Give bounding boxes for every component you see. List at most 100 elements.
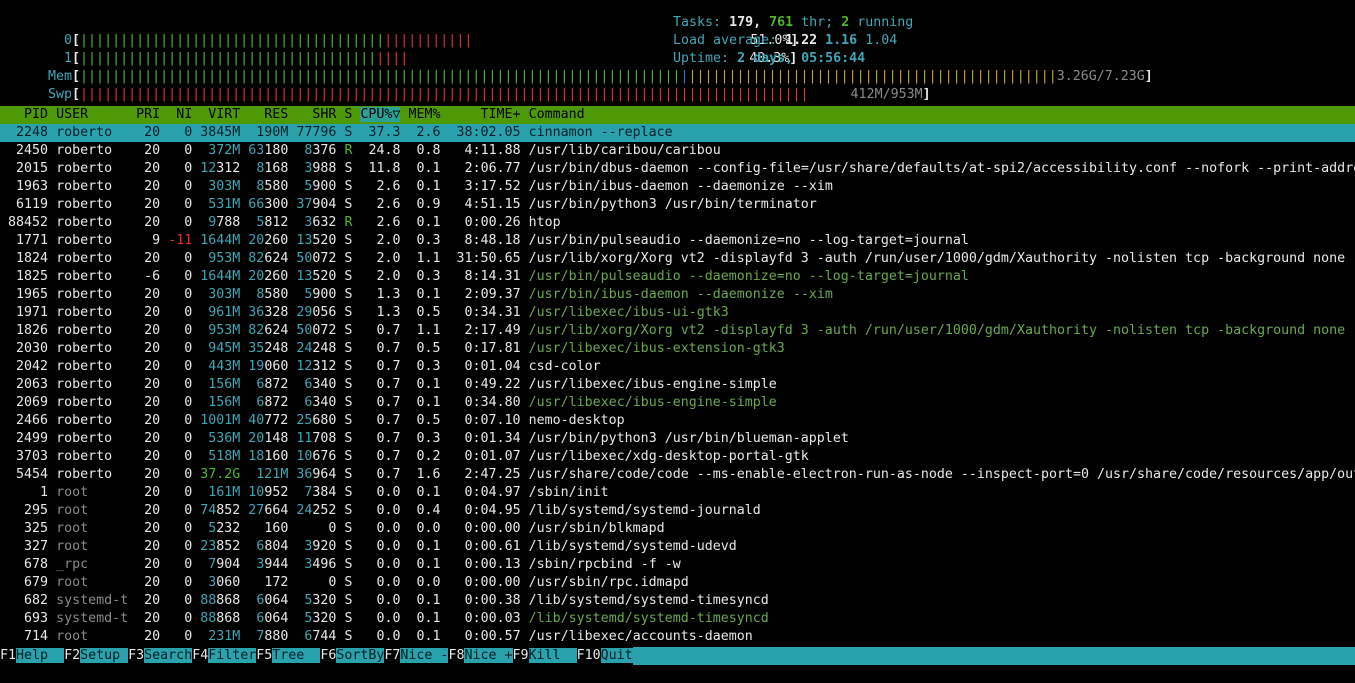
table-row[interactable]: 1826 roberto 20 0 953M 82624 50072 S 0.7… — [0, 322, 1355, 340]
table-row[interactable]: 1965 roberto 20 0 303M 8580 5900 S 1.3 0… — [0, 286, 1355, 304]
process-table[interactable]: 2248 roberto 20 0 3845M 190M 77796 S 37.… — [0, 124, 1355, 646]
footer-searchbutton[interactable]: F3Search — [128, 648, 193, 663]
footer-helpbutton[interactable]: F1Help — [0, 648, 65, 663]
table-row[interactable]: 714 root 20 0 231M 7880 6744 S 0.0 0.1 0… — [0, 628, 1355, 646]
cell-pri: 20 — [136, 593, 161, 608]
cell-cpu: 2.0 — [360, 269, 401, 284]
table-row[interactable]: 693 systemd-t 20 0 88868 6064 5320 S 0.0… — [0, 610, 1355, 628]
cell-command: /usr/bin/ibus-daemon --daemonize --xim — [528, 287, 833, 302]
cell-time: 0:00.38 — [448, 593, 521, 608]
table-row[interactable]: 1963 roberto 20 0 303M 8580 5900 S 2.6 0… — [0, 178, 1355, 196]
cell-time: 3:17.52 — [448, 179, 521, 194]
table-row[interactable]: 2466 roberto 20 0 1001M 40772 25680 S 0.… — [0, 412, 1355, 430]
cell-shr: 37904 — [296, 197, 337, 212]
mem-meter: Mem[||||||||||||||||||||||||||||||||||||… — [0, 50, 1153, 84]
cell-virt: 961M — [208, 305, 241, 320]
cell-res: 3944 — [256, 557, 289, 572]
cell-virt: 303M — [208, 179, 241, 194]
table-row[interactable]: 2499 roberto 20 0 536M 20148 11708 S 0.7… — [0, 430, 1355, 448]
cell-mem: 0.3 — [400, 359, 441, 374]
cell-ni: 0 — [168, 629, 193, 644]
column-header-res[interactable]: RES — [248, 107, 288, 122]
cell-pri: 20 — [136, 557, 161, 572]
footer-setupbutton[interactable]: F2Setup — [64, 648, 129, 663]
table-row[interactable]: 295 root 20 0 74852 27664 24252 S 0.0 0.… — [0, 502, 1355, 520]
table-row[interactable]: 3703 roberto 20 0 518M 18160 10676 S 0.7… — [0, 448, 1355, 466]
cell-cpu: 11.8 — [360, 161, 401, 176]
function-label: Kill — [528, 648, 577, 663]
table-row[interactable]: 2069 roberto 20 0 156M 6872 6340 S 0.7 0… — [0, 394, 1355, 412]
cell-command: /usr/sbin/blkmapd — [528, 521, 665, 536]
table-row[interactable]: 679 root 20 0 3060 172 0 S 0.0 0.0 0:00.… — [0, 574, 1355, 592]
footer-nice-button[interactable]: F7Nice - — [384, 648, 449, 663]
cell-res: 160 — [248, 521, 289, 536]
column-header-user[interactable]: USER — [56, 107, 128, 122]
cell-virt: 156M — [208, 395, 241, 410]
column-header-virt[interactable]: VIRT — [200, 107, 240, 122]
table-row[interactable]: 1 root 20 0 161M 10952 7384 S 0.0 0.1 0:… — [0, 484, 1355, 502]
cell-pid: 1965 — [0, 287, 49, 302]
cell-pid: 693 — [0, 611, 49, 626]
column-header-ni[interactable]: NI — [168, 107, 192, 122]
table-row[interactable]: 1825 roberto -6 0 1644M 20260 13520 S 2.… — [0, 268, 1355, 286]
table-row[interactable]: 327 root 20 0 23852 6804 3920 S 0.0 0.1 … — [0, 538, 1355, 556]
footer-sortbybutton[interactable]: F6SortBy — [320, 648, 385, 663]
cell-pid: 1971 — [0, 305, 49, 320]
cell-ni: 0 — [168, 377, 193, 392]
column-header-pid[interactable]: PID — [0, 107, 48, 122]
cell-cpu: 0.7 — [360, 413, 401, 428]
cell-cpu: 0.0 — [360, 575, 401, 590]
cell-mem: 0.1 — [400, 593, 441, 608]
cell-time: 0:04.95 — [448, 503, 521, 518]
cell-res: 6804 — [256, 539, 289, 554]
cell-command: /usr/libexec/accounts-daemon — [528, 629, 753, 644]
table-row[interactable]: 1771 roberto 9 -11 1644M 20260 13520 S 2… — [0, 232, 1355, 250]
cell-mem: 0.2 — [400, 449, 441, 464]
table-row[interactable]: 2030 roberto 20 0 945M 35248 24248 S 0.7… — [0, 340, 1355, 358]
cell-pid: 327 — [0, 539, 49, 554]
column-header-shr[interactable]: SHR — [296, 107, 336, 122]
table-row[interactable]: 2450 roberto 20 0 372M 63180 8376 R 24.8… — [0, 142, 1355, 160]
table-row[interactable]: 678 _rpc 20 0 7904 3944 3496 S 0.0 0.1 0… — [0, 556, 1355, 574]
cell-time: 0:01.07 — [448, 449, 521, 464]
table-row[interactable]: 2042 roberto 20 0 443M 19060 12312 S 0.7… — [0, 358, 1355, 376]
cell-shr: 6744 — [304, 629, 337, 644]
cell-virt: 1001M — [200, 413, 241, 428]
footer-filterbutton[interactable]: F4Filter — [192, 648, 257, 663]
table-row[interactable]: 6119 roberto 20 0 531M 66300 37904 S 2.6… — [0, 196, 1355, 214]
table-row[interactable]: 1824 roberto 20 0 953M 82624 50072 S 2.0… — [0, 250, 1355, 268]
column-header-command[interactable]: Command — [529, 107, 585, 122]
cell-shr: 6340 — [304, 395, 337, 410]
column-header-mem[interactable]: MEM% — [400, 107, 440, 122]
cell-command: /sbin/rpcbind -f -w — [528, 557, 681, 572]
cell-cpu: 0.0 — [360, 539, 401, 554]
footer-quitbutton[interactable]: F10Quit — [577, 648, 633, 663]
footer-killbutton[interactable]: F9Kill — [513, 648, 577, 663]
column-header-time[interactable]: TIME+ — [448, 107, 521, 122]
table-row[interactable]: 325 root 20 0 5232 160 0 S 0.0 0.0 0:00.… — [0, 520, 1355, 538]
cell-ni: 0 — [168, 359, 193, 374]
table-row-selected[interactable]: 2248 roberto 20 0 3845M 190M 77796 S 37.… — [0, 124, 1355, 142]
cell-time: 31:50.65 — [448, 251, 521, 266]
footer-treebutton[interactable]: F5Tree — [256, 648, 321, 663]
cell-state: S — [344, 413, 353, 428]
cell-state: S — [344, 341, 353, 356]
cell-cpu: 2.6 — [360, 215, 401, 230]
table-row[interactable]: 5454 roberto 20 0 37.2G 121M 36964 S 0.7… — [0, 466, 1355, 484]
table-row[interactable]: 682 systemd-t 20 0 88868 6064 5320 S 0.0… — [0, 592, 1355, 610]
cell-mem: 0.1 — [400, 539, 441, 554]
table-row[interactable]: 2063 roberto 20 0 156M 6872 6340 S 0.7 0… — [0, 376, 1355, 394]
cell-pri: 20 — [136, 413, 161, 428]
cell-virt: 5232 — [208, 521, 241, 536]
cell-mem: 0.3 — [400, 233, 441, 248]
cell-state: S — [344, 575, 353, 590]
function-key: F3 — [128, 648, 145, 663]
table-row[interactable]: 2015 roberto 20 0 12312 8168 3988 S 11.8… — [0, 160, 1355, 178]
column-header-pri[interactable]: PRI — [136, 107, 160, 122]
column-header-cpu[interactable]: CPU%▽ — [360, 107, 401, 122]
table-row[interactable]: 88452 roberto 20 0 9788 5812 3632 R 2.6 … — [0, 214, 1355, 232]
cell-time: 0:00.57 — [448, 629, 521, 644]
function-key: F7 — [384, 648, 401, 663]
table-row[interactable]: 1971 roberto 20 0 961M 36328 29056 S 1.3… — [0, 304, 1355, 322]
footer-nice-button[interactable]: F8Nice + — [448, 648, 513, 663]
